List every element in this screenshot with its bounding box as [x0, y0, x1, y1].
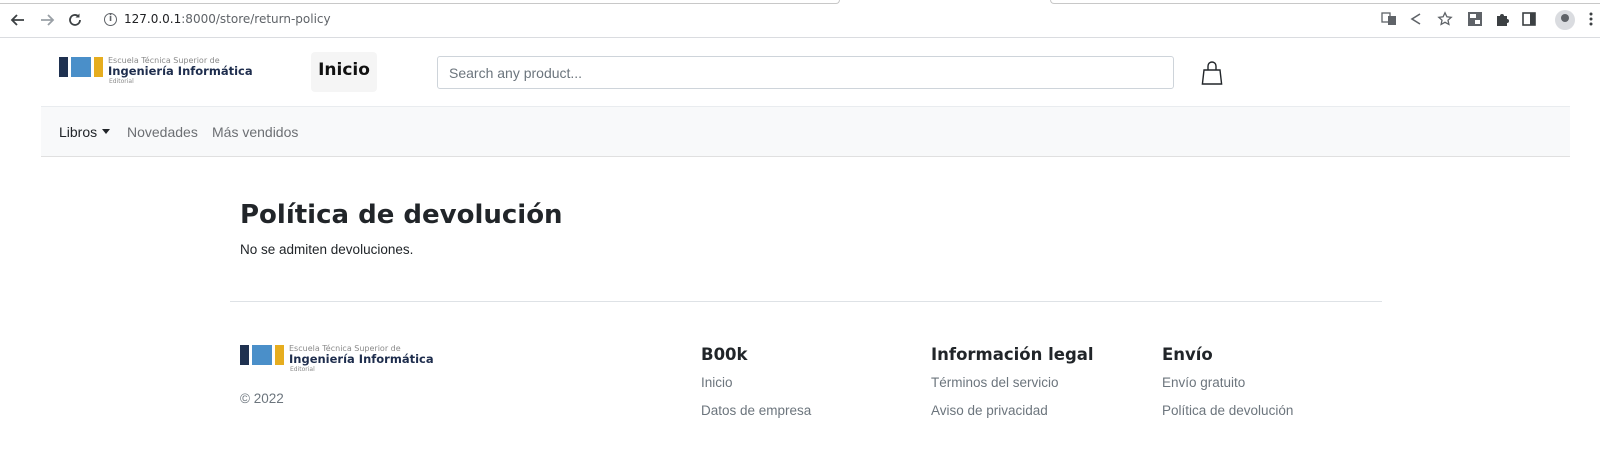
nav-item-label: Libros	[59, 124, 98, 140]
nav-item-novedades[interactable]: Novedades	[127, 124, 198, 140]
logo-line3: Editorial	[109, 77, 134, 85]
info-icon[interactable]: i	[104, 13, 117, 26]
page-title: Política de devolución	[240, 200, 563, 230]
logo-line2: Ingeniería Informática	[289, 352, 434, 366]
footer-heading-b00k: B00k	[701, 345, 748, 364]
logo-line3: Editorial	[290, 365, 315, 373]
address-bar[interactable]: 127.0.0.1:8000/store/return-policy	[124, 12, 331, 26]
copyright-text: © 2022	[240, 391, 284, 406]
forward-arrow-icon[interactable]	[38, 11, 56, 29]
page-body-text: No se admiten devoluciones.	[240, 242, 414, 257]
nav-item-mas-vendidos[interactable]: Más vendidos	[212, 124, 298, 140]
puzzle-icon[interactable]	[1494, 11, 1510, 27]
url-host: 127.0.0.1	[124, 12, 182, 26]
home-button[interactable]: Inicio	[311, 52, 377, 92]
footer-link-envio-gratuito[interactable]: Envío gratuito	[1162, 375, 1245, 390]
footer-link-terminos[interactable]: Términos del servicio	[931, 375, 1059, 390]
site-logo[interactable]: Escuela Técnica Superior de Ingeniería I…	[59, 57, 253, 85]
shopping-bag-icon[interactable]	[1201, 60, 1223, 86]
category-navbar: Libros Novedades Más vendidos	[41, 106, 1570, 157]
translate-icon[interactable]	[1381, 11, 1397, 27]
browser-toolbar: i 127.0.0.1:8000/store/return-policy	[0, 0, 1600, 38]
side-panel-icon[interactable]	[1521, 11, 1537, 27]
footer-link-politica-devolucion[interactable]: Política de devolución	[1162, 403, 1293, 418]
footer-link-privacidad[interactable]: Aviso de privacidad	[931, 403, 1048, 418]
footer-logo[interactable]: Escuela Técnica Superior de Ingeniería I…	[240, 345, 434, 373]
footer-divider	[230, 301, 1382, 302]
logo-bars	[240, 345, 284, 365]
footer-link-datos-empresa[interactable]: Datos de empresa	[701, 403, 811, 418]
nav-item-libros[interactable]: Libros	[59, 124, 111, 140]
footer-heading-envio: Envío	[1162, 345, 1213, 364]
browser-tab-strip	[0, 0, 840, 4]
logo-bars	[59, 57, 103, 77]
footer-link-inicio[interactable]: Inicio	[701, 375, 733, 390]
caret-down-icon	[102, 129, 111, 134]
url-path: :8000/store/return-policy	[181, 12, 331, 26]
profile-icon[interactable]	[1555, 10, 1575, 30]
bookmark-star-icon[interactable]	[1437, 11, 1453, 27]
menu-dots-icon[interactable]	[1585, 11, 1597, 27]
reload-icon[interactable]	[66, 11, 84, 29]
browser-tab-strip-right	[1050, 0, 1600, 4]
logo-line2: Ingeniería Informática	[108, 64, 253, 78]
search-input[interactable]	[437, 56, 1174, 89]
share-icon[interactable]	[1408, 11, 1424, 27]
back-arrow-icon[interactable]	[9, 11, 27, 29]
extension-se-icon[interactable]	[1467, 11, 1483, 27]
footer-heading-informacion-legal: Información legal	[931, 345, 1094, 364]
